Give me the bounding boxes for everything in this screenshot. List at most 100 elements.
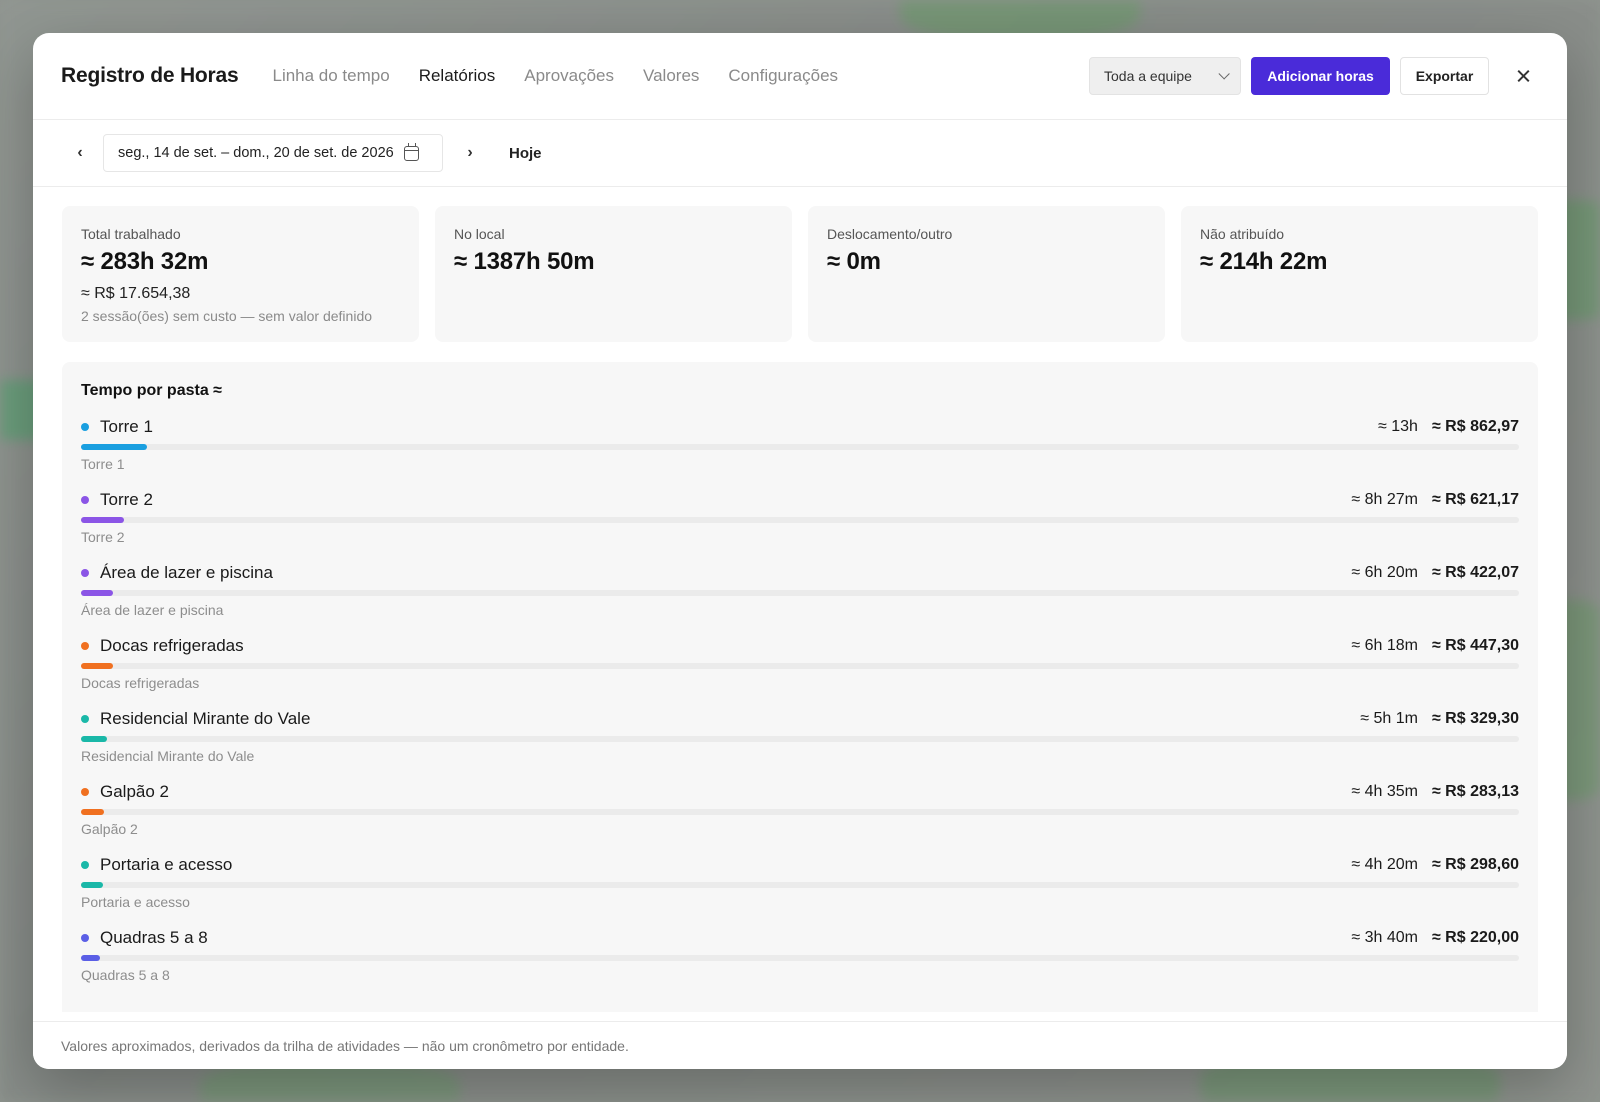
folder-progress-fill <box>81 663 113 669</box>
folder-subtitle: Docas refrigeradas <box>81 675 200 691</box>
folder-progress-fill <box>81 882 103 888</box>
footer: Valores aproximados, derivados da trilha… <box>33 1021 1567 1069</box>
add-hours-button[interactable]: Adicionar horas <box>1251 57 1390 95</box>
folder-progress-track <box>81 663 1519 669</box>
folder-row[interactable]: Docas refrigeradas ≈ 6h 18m ≈ R$ 447,30 … <box>81 635 1519 708</box>
stat-card-travel: Deslocamento/outro ≈ 0m <box>808 206 1165 342</box>
close-icon[interactable] <box>1509 61 1539 91</box>
next-week-button[interactable]: › <box>463 144 477 162</box>
time-by-folder-panel: Tempo por pasta ≈ Torre 1 ≈ 13h ≈ R$ 862… <box>62 362 1538 1012</box>
folder-row[interactable]: Quadras 5 a 8 ≈ 3h 40m ≈ R$ 220,00 Quadr… <box>81 927 1519 1000</box>
folder-time: ≈ 8h 27m <box>1351 491 1418 508</box>
folder-name: Docas refrigeradas <box>100 636 244 655</box>
previous-week-button[interactable]: ‹ <box>73 144 87 162</box>
footer-note: Valores aproximados, derivados da trilha… <box>61 1037 629 1054</box>
date-range-label: seg., 14 de set. – dom., 20 de set. de 2… <box>118 145 394 161</box>
folder-progress-track <box>81 955 1519 961</box>
folder-progress-track <box>81 590 1519 596</box>
folder-row[interactable]: Área de lazer e piscina ≈ 6h 20m ≈ R$ 42… <box>81 562 1519 635</box>
folder-name: Área de lazer e piscina <box>100 563 273 582</box>
stat-card-unassigned: Não atribuído ≈ 214h 22m <box>1181 206 1538 342</box>
team-select[interactable]: Toda a equipe <box>1089 57 1241 95</box>
folder-color-dot <box>81 788 89 796</box>
header-actions: Toda a equipe Adicionar horas Exportar <box>1089 57 1539 95</box>
dialog-title: Registro de Horas <box>61 64 239 87</box>
tab-values[interactable]: Valores <box>643 66 699 86</box>
folder-color-dot <box>81 861 89 869</box>
folder-list: Torre 1 ≈ 13h ≈ R$ 862,97 Torre 1 Torre … <box>81 416 1519 1000</box>
folder-color-dot <box>81 642 89 650</box>
tab-timeline[interactable]: Linha do tempo <box>272 66 389 86</box>
folder-color-dot <box>81 496 89 504</box>
folder-subtitle: Portaria e acesso <box>81 894 190 910</box>
stat-value: ≈ 283h 32m <box>81 248 209 275</box>
summary-cards: Total trabalhado ≈ 283h 32m ≈ R$ 17.654,… <box>33 187 1567 342</box>
folder-progress-fill <box>81 736 107 742</box>
tab-settings[interactable]: Configurações <box>728 66 838 86</box>
folder-progress-fill <box>81 590 113 596</box>
time-tracking-dialog: Registro de Horas Linha do tempo Relatór… <box>33 33 1567 1069</box>
folder-value: ≈ R$ 621,17 <box>1431 491 1519 508</box>
tab-reports[interactable]: Relatórios <box>419 66 496 86</box>
folder-time: ≈ 5h 1m <box>1360 710 1418 727</box>
stat-card-on-site: No local ≈ 1387h 50m <box>435 206 792 342</box>
tab-approvals[interactable]: Aprovações <box>524 66 614 86</box>
tab-bar: Linha do tempo Relatórios Aprovações Val… <box>272 66 838 86</box>
folder-name: Portaria e acesso <box>100 855 233 874</box>
folder-progress-track <box>81 736 1519 742</box>
folder-subtitle: Galpão 2 <box>81 821 138 837</box>
folder-name: Torre 2 <box>100 490 153 509</box>
folder-row[interactable]: Torre 2 ≈ 8h 27m ≈ R$ 621,17 Torre 2 <box>81 489 1519 562</box>
folder-time: ≈ 6h 20m <box>1351 564 1418 581</box>
folder-row[interactable]: Residencial Mirante do Vale ≈ 5h 1m ≈ R$… <box>81 708 1519 781</box>
folder-name: Quadras 5 a 8 <box>100 928 208 947</box>
folder-name: Residencial Mirante do Vale <box>100 709 311 728</box>
stat-card-total: Total trabalhado ≈ 283h 32m ≈ R$ 17.654,… <box>62 206 419 342</box>
date-navigation: ‹ seg., 14 de set. – dom., 20 de set. de… <box>33 120 1567 187</box>
folder-subtitle: Torre 1 <box>81 456 125 472</box>
folder-value: ≈ R$ 447,30 <box>1431 637 1519 654</box>
folder-progress-track <box>81 517 1519 523</box>
panel-title: Tempo por pasta ≈ <box>81 382 222 399</box>
stat-value: ≈ 214h 22m <box>1200 248 1328 275</box>
folder-progress-fill <box>81 517 125 523</box>
folder-subtitle: Quadras 5 a 8 <box>81 967 170 983</box>
folder-progress-track <box>81 444 1519 450</box>
folder-row[interactable]: Torre 1 ≈ 13h ≈ R$ 862,97 Torre 1 <box>81 416 1519 489</box>
stat-money: ≈ R$ 17.654,38 <box>81 285 191 302</box>
folder-value: ≈ R$ 329,30 <box>1431 710 1519 727</box>
stat-value: ≈ 0m <box>827 248 881 275</box>
today-button[interactable]: Hoje <box>509 145 542 162</box>
folder-progress-fill <box>81 809 104 815</box>
folder-subtitle: Residencial Mirante do Vale <box>81 748 255 764</box>
folder-progress-track <box>81 809 1519 815</box>
folder-subtitle: Área de lazer e piscina <box>81 602 224 618</box>
folder-progress-fill <box>81 444 148 450</box>
folder-value: ≈ R$ 220,00 <box>1431 929 1519 946</box>
export-button[interactable]: Exportar <box>1400 57 1489 95</box>
folder-time: ≈ 4h 20m <box>1351 856 1418 873</box>
folder-color-dot <box>81 423 89 431</box>
folder-time: ≈ 6h 18m <box>1351 637 1418 654</box>
folder-time: ≈ 13h <box>1378 418 1418 435</box>
folder-color-dot <box>81 715 89 723</box>
stat-value: ≈ 1387h 50m <box>454 248 595 275</box>
stat-label: Total trabalhado <box>81 226 181 242</box>
folder-progress-fill <box>81 955 100 961</box>
stat-label: Não atribuído <box>1200 226 1285 242</box>
date-range-picker[interactable]: seg., 14 de set. – dom., 20 de set. de 2… <box>103 134 443 172</box>
folder-name: Galpão 2 <box>100 782 169 801</box>
folder-color-dot <box>81 934 89 942</box>
stat-label: No local <box>454 226 505 242</box>
folder-progress-track <box>81 882 1519 888</box>
folder-row[interactable]: Portaria e acesso ≈ 4h 20m ≈ R$ 298,60 P… <box>81 854 1519 927</box>
folder-value: ≈ R$ 422,07 <box>1431 564 1519 581</box>
calendar-icon <box>403 142 419 161</box>
folder-time: ≈ 4h 35m <box>1351 783 1418 800</box>
chevron-down-icon <box>1218 68 1230 80</box>
team-select-value: Toda a equipe <box>1104 68 1192 84</box>
folder-time: ≈ 3h 40m <box>1351 929 1418 946</box>
folder-color-dot <box>81 569 89 577</box>
folder-name: Torre 1 <box>100 417 153 436</box>
folder-row[interactable]: Galpão 2 ≈ 4h 35m ≈ R$ 283,13 Galpão 2 <box>81 781 1519 854</box>
